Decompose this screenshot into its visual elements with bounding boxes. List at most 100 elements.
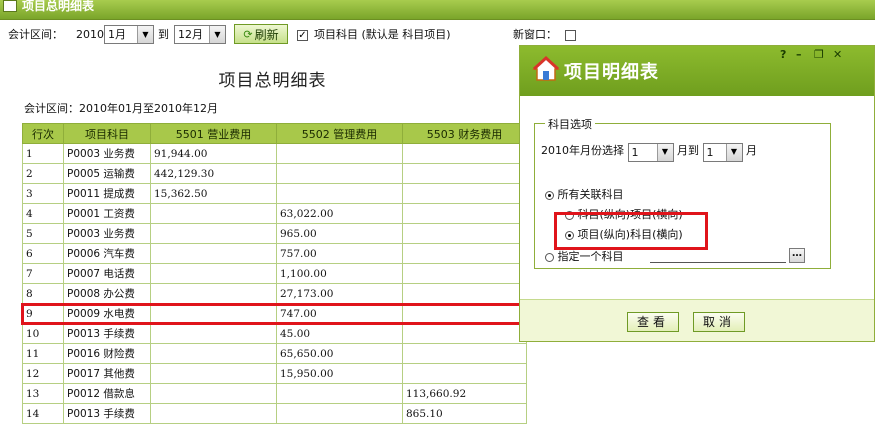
project-subject-option[interactable]: 项目(纵向)科目(横向) bbox=[565, 226, 683, 242]
app-icon bbox=[3, 0, 17, 12]
chevron-down-icon[interactable]: ▼ bbox=[137, 26, 153, 43]
value-cell bbox=[402, 363, 527, 384]
to-month-value: 12月 bbox=[178, 28, 203, 41]
table-row[interactable]: 4 P0001 工资费 63,022.00 bbox=[22, 203, 527, 224]
title-bar: 项目总明细表 bbox=[0, 0, 875, 20]
row-number-cell: 3 bbox=[22, 183, 64, 204]
restore-icon[interactable]: ❐ bbox=[814, 48, 824, 61]
subject-options-group: 科目选项 2010年月份选择 1 ▼ 月到 1 ▼ 月 所有关联科目 科目(纵向… bbox=[534, 116, 831, 269]
row-number-cell: 14 bbox=[22, 403, 64, 424]
column-header[interactable]: 5503 财务费用 bbox=[402, 123, 527, 144]
table-row[interactable]: 6 P0006 汽车费 757.00 bbox=[22, 243, 527, 264]
column-header[interactable]: 5501 营业费用 bbox=[150, 123, 277, 144]
row-number-cell: 8 bbox=[22, 283, 64, 304]
table-row[interactable]: 5 P0003 业务费 965.00 bbox=[22, 223, 527, 244]
table-row[interactable]: 11 P0016 财险费 65,650.00 bbox=[22, 343, 527, 364]
row-number-cell: 12 bbox=[22, 363, 64, 384]
chevron-down-icon[interactable]: ▼ bbox=[725, 143, 742, 161]
subject-cell: P0003 业务费 bbox=[63, 223, 151, 244]
chevron-down-icon[interactable]: ▼ bbox=[656, 143, 673, 161]
value-cell: 747.00 bbox=[276, 303, 403, 324]
toolbar: 会计区间： 2010 1月 ▼ 到 12月 ▼ ⟳ 刷新 ✓ 项目科目 (默认是… bbox=[0, 24, 875, 46]
new-window-checkbox[interactable] bbox=[565, 30, 576, 41]
value-cell bbox=[402, 263, 527, 284]
month-from-select[interactable]: 1 ▼ bbox=[627, 142, 674, 162]
table-row[interactable]: 14 P0013 手续费 865.10 bbox=[22, 403, 527, 424]
month-to-value: 1 bbox=[706, 145, 714, 159]
column-header[interactable]: 5502 管理费用 bbox=[276, 123, 403, 144]
subject-cell: P0001 工资费 bbox=[63, 203, 151, 224]
subject-checkbox[interactable]: ✓ bbox=[297, 30, 308, 41]
month-from-value: 1 bbox=[631, 145, 639, 159]
value-cell bbox=[402, 323, 527, 344]
value-cell bbox=[150, 403, 277, 424]
table-row[interactable]: 3 P0011 提成费 15,362.50 bbox=[22, 183, 527, 204]
cancel-button[interactable]: 取消 bbox=[693, 312, 745, 332]
value-cell bbox=[276, 403, 403, 424]
refresh-button[interactable]: ⟳ 刷新 bbox=[234, 24, 288, 44]
value-cell: 15,950.00 bbox=[276, 363, 403, 384]
row-number-cell: 7 bbox=[22, 263, 64, 284]
dialog-title: 项目明细表 bbox=[564, 62, 659, 83]
row-number-cell: 13 bbox=[22, 383, 64, 404]
all-subjects-option[interactable]: 所有关联科目 bbox=[545, 186, 624, 202]
subject-cell: P0008 办公费 bbox=[63, 283, 151, 304]
from-month-value: 1月 bbox=[108, 28, 126, 41]
project-subject-radio[interactable] bbox=[565, 230, 574, 240]
value-cell: 27,173.00 bbox=[276, 283, 403, 304]
subject-cell: P0016 财险费 bbox=[63, 343, 151, 364]
subject-project-option[interactable]: 科目(纵向)项目(横向) bbox=[565, 206, 683, 222]
column-header[interactable]: 项目科目 bbox=[63, 123, 151, 144]
subject-project-radio[interactable] bbox=[565, 210, 574, 220]
table-row[interactable]: 12 P0017 其他费 15,950.00 bbox=[22, 363, 527, 384]
table-row[interactable]: 2 P0005 运输费 442,129.30 bbox=[22, 163, 527, 184]
value-cell bbox=[402, 143, 527, 164]
value-cell: 91,944.00 bbox=[150, 143, 277, 164]
value-cell bbox=[402, 343, 527, 364]
table-row[interactable]: 10 P0013 手续费 45.00 bbox=[22, 323, 527, 344]
value-cell: 113,660.92 bbox=[402, 383, 527, 404]
minimize-icon[interactable]: – bbox=[796, 48, 802, 61]
row-number-cell: 6 bbox=[22, 243, 64, 264]
value-cell: 63,022.00 bbox=[276, 203, 403, 224]
help-icon[interactable]: ? bbox=[780, 48, 786, 61]
table-row[interactable]: 8 P0008 办公费 27,173.00 bbox=[22, 283, 527, 304]
table-row[interactable]: 1 P0003 业务费 91,944.00 bbox=[22, 143, 527, 164]
subject-cell: P0013 手续费 bbox=[63, 403, 151, 424]
value-cell bbox=[402, 283, 527, 304]
row-number-cell: 1 bbox=[22, 143, 64, 164]
close-icon[interactable]: ✕ bbox=[833, 48, 842, 61]
browse-subject-button[interactable]: … bbox=[789, 248, 805, 263]
row-number-cell: 11 bbox=[22, 343, 64, 364]
specify-subject-option[interactable]: 指定一个科目 bbox=[545, 248, 624, 264]
refresh-label: 刷新 bbox=[254, 27, 279, 42]
row-number-cell: 9 bbox=[22, 303, 64, 324]
value-cell bbox=[150, 343, 277, 364]
all-subjects-radio[interactable] bbox=[545, 190, 554, 200]
value-cell: 757.00 bbox=[276, 243, 403, 264]
to-month-select[interactable]: 12月 ▼ bbox=[174, 25, 226, 44]
report-title: 项目总明细表 bbox=[218, 71, 327, 91]
view-button[interactable]: 查看 bbox=[627, 312, 679, 332]
table-row[interactable]: 7 P0007 电话费 1,100.00 bbox=[22, 263, 527, 284]
value-cell: 865.10 bbox=[402, 403, 527, 424]
subject-cell: P0013 手续费 bbox=[63, 323, 151, 344]
subject-cell: P0003 业务费 bbox=[63, 143, 151, 164]
subject-cell: P0012 借款息 bbox=[63, 383, 151, 404]
from-month-select[interactable]: 1月 ▼ bbox=[104, 25, 154, 44]
table-row[interactable]: 13 P0012 借款息 113,660.92 bbox=[22, 383, 527, 404]
month-to-select[interactable]: 1 ▼ bbox=[702, 142, 743, 162]
specify-subject-radio[interactable] bbox=[545, 252, 554, 262]
subject-input[interactable] bbox=[650, 248, 786, 263]
home-icon bbox=[532, 55, 560, 81]
value-cell bbox=[150, 383, 277, 404]
to-label: 到 bbox=[158, 28, 169, 41]
year-value: 2010 bbox=[76, 28, 104, 41]
subject-cell: P0007 电话费 bbox=[63, 263, 151, 284]
table-row[interactable]: 9 P0009 水电费 747.00 bbox=[22, 303, 527, 324]
period-label: 会计区间： bbox=[8, 28, 63, 41]
value-cell: 15,362.50 bbox=[150, 183, 277, 204]
column-header[interactable]: 行次 bbox=[22, 123, 64, 144]
chevron-down-icon[interactable]: ▼ bbox=[209, 26, 225, 43]
value-cell bbox=[150, 283, 277, 304]
